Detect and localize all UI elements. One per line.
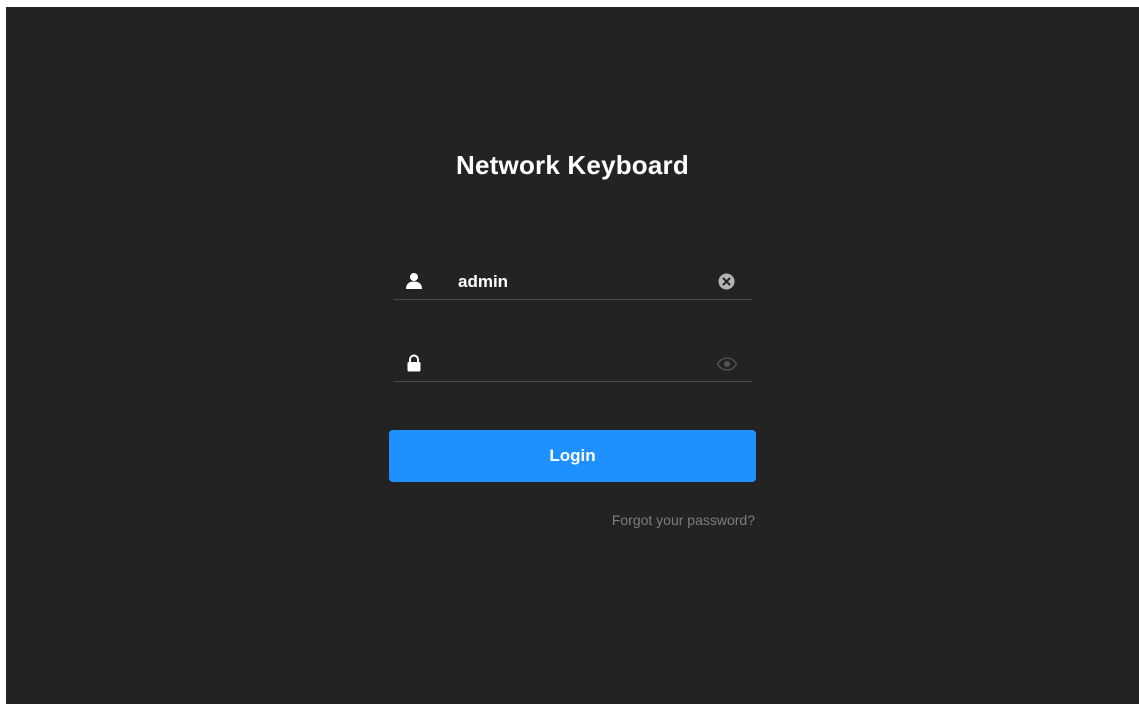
lock-icon (407, 354, 421, 372)
page-title: Network Keyboard (456, 150, 689, 180)
eye-icon[interactable] (716, 357, 738, 371)
password-input[interactable] (454, 351, 708, 377)
username-field[interactable]: admin (394, 263, 752, 300)
login-button[interactable]: Login (389, 430, 756, 482)
login-screen: Network Keyboard admin Login Forgot your… (6, 7, 1139, 704)
clear-icon[interactable] (718, 273, 735, 290)
password-field[interactable] (394, 345, 752, 382)
user-icon (406, 273, 422, 289)
forgot-password-link[interactable]: Forgot your password? (612, 512, 755, 528)
username-value[interactable]: admin (458, 272, 508, 292)
